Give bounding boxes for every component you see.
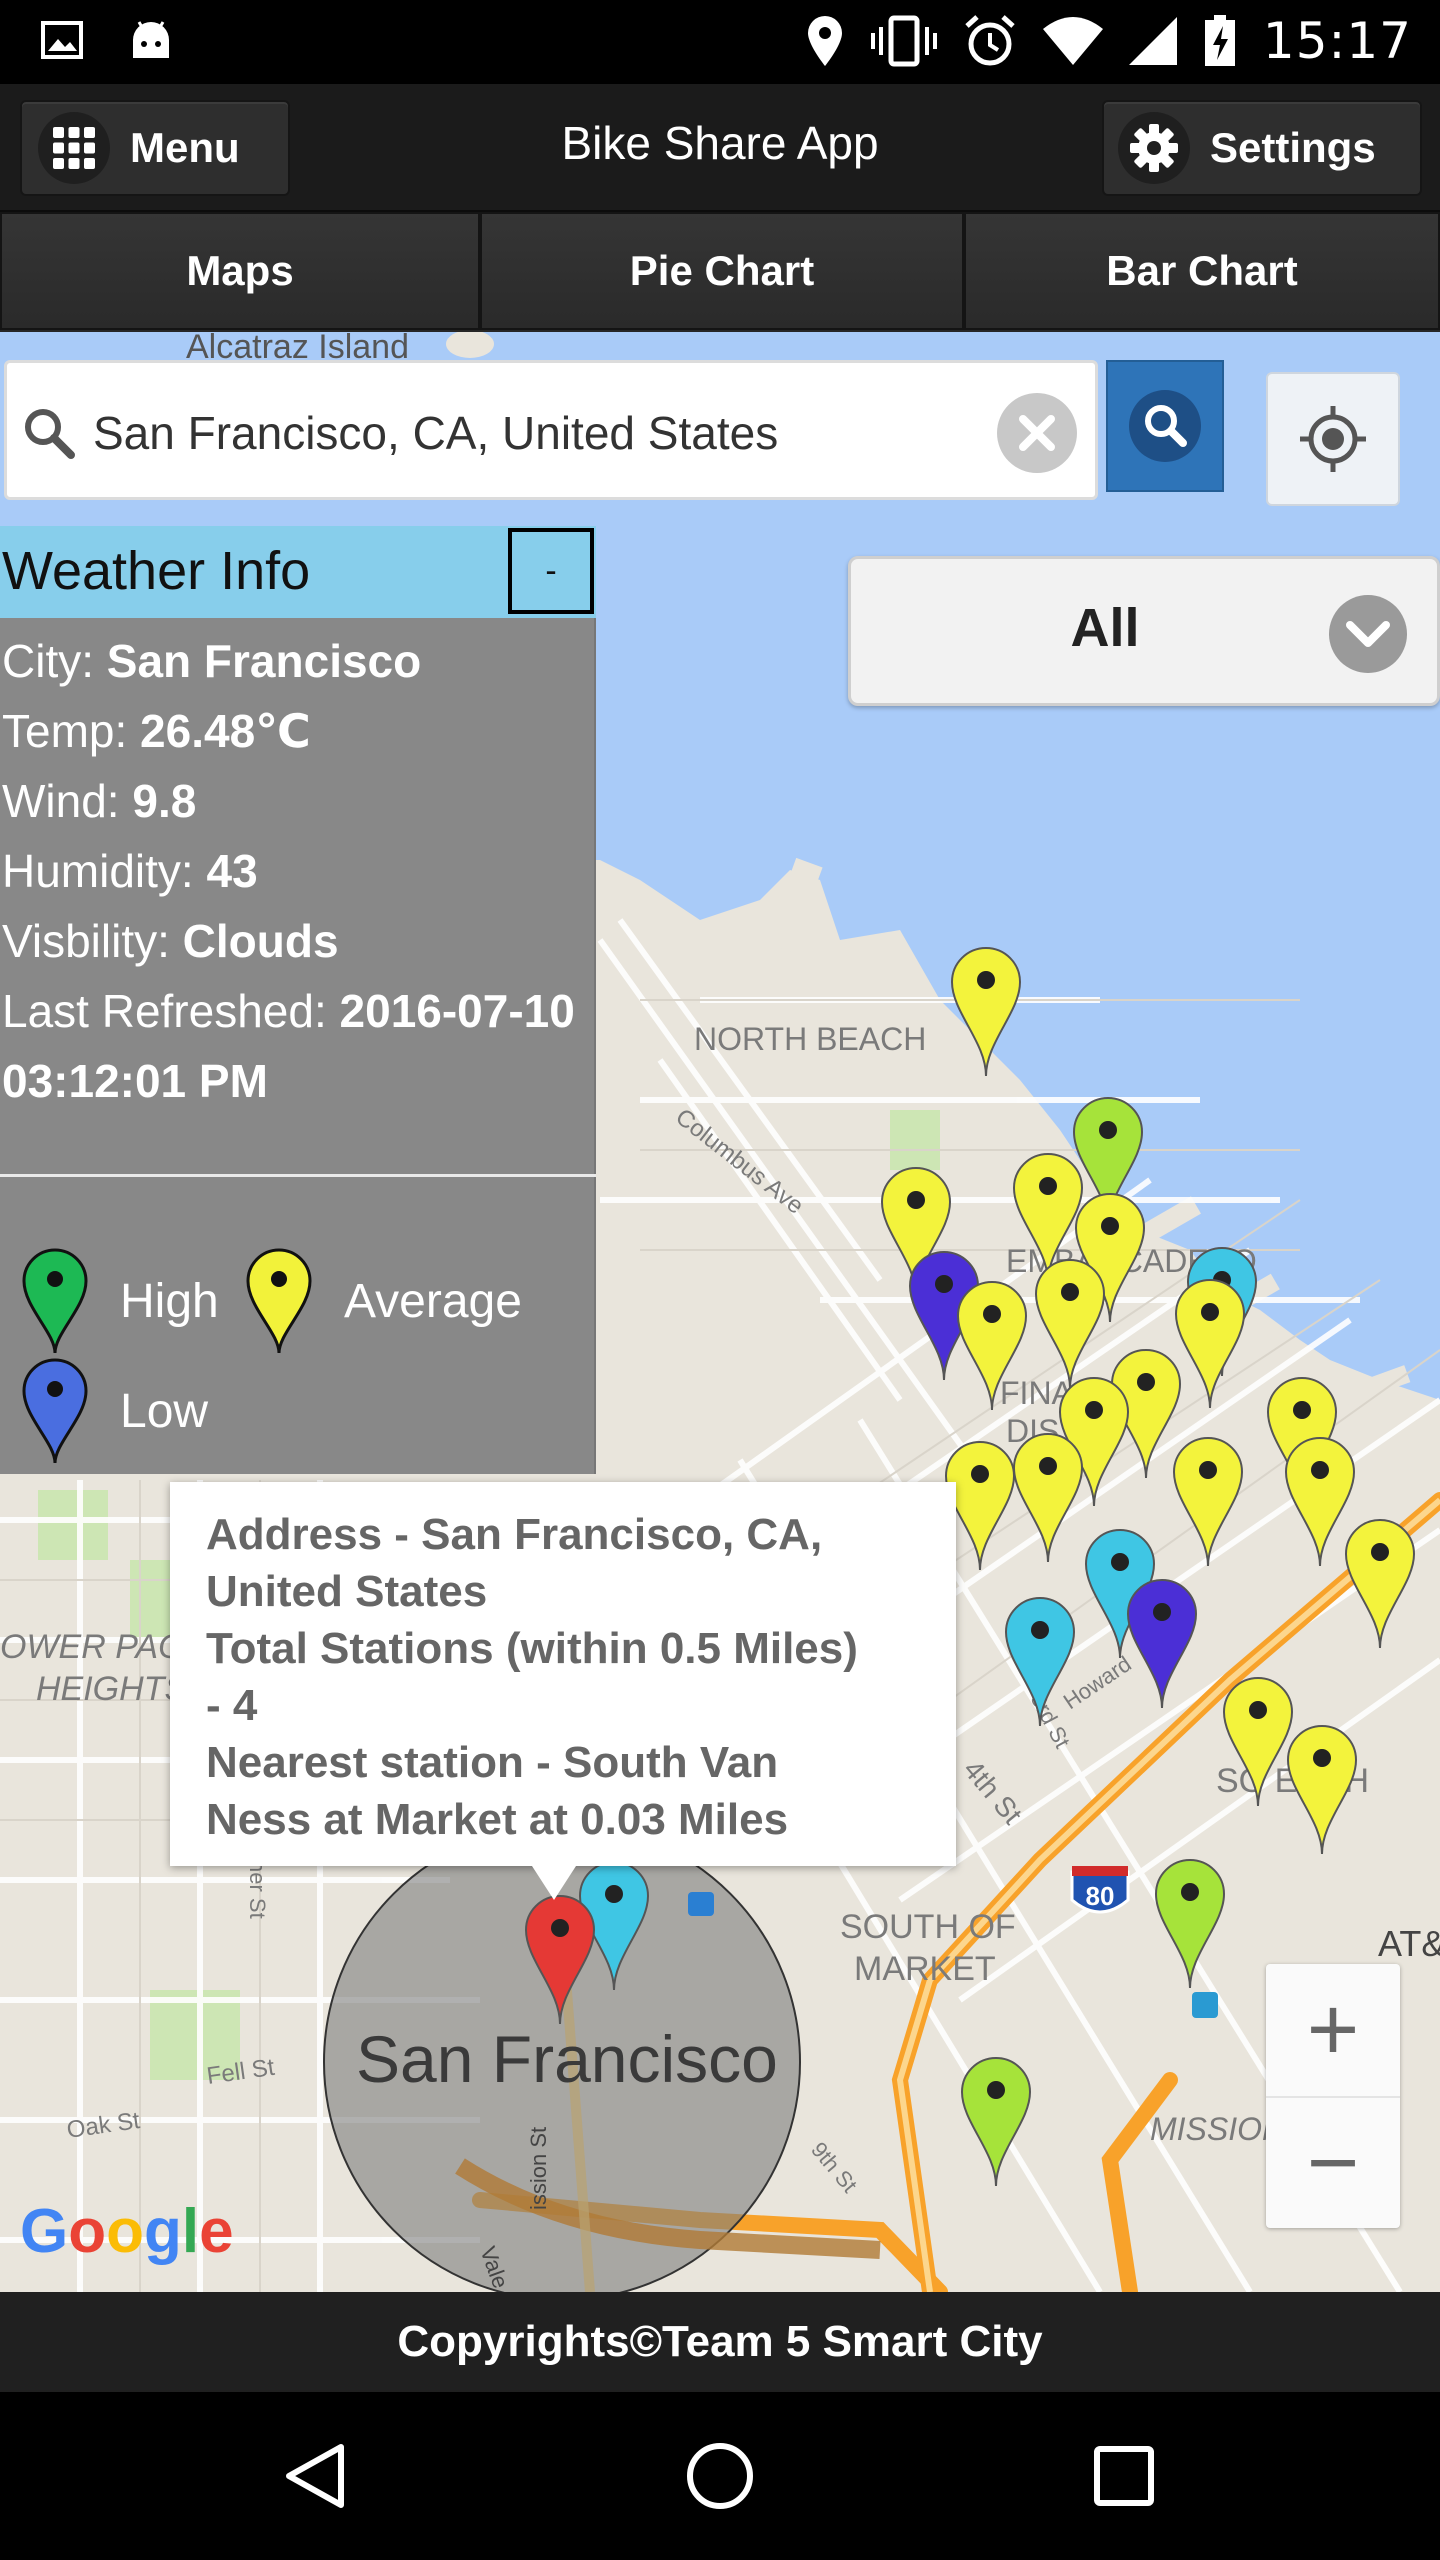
blue-marker-icon [22, 1358, 88, 1464]
info-line: United States [206, 1567, 488, 1616]
zoom-in-button[interactable]: + [1266, 1964, 1400, 2096]
collapse-button[interactable]: - [508, 528, 594, 614]
green-marker-icon [22, 1248, 88, 1354]
search-input[interactable] [93, 391, 973, 475]
label-north-beach: NORTH BEACH [694, 1021, 926, 1057]
menu-label: Menu [130, 124, 240, 171]
label-market: MARKET [854, 1950, 996, 1988]
search-icon [1129, 390, 1201, 462]
clear-search-button[interactable] [997, 393, 1077, 473]
filter-selected-value: All [1070, 598, 1140, 658]
crosshair-icon [1300, 406, 1366, 472]
label-att: AT& [1378, 1923, 1440, 1964]
transit-icon [688, 1892, 714, 1916]
settings-button[interactable]: Settings [1102, 100, 1422, 196]
android-icon [133, 21, 169, 58]
label-mission-st: ission St [526, 2127, 551, 2210]
back-icon [286, 2444, 344, 2508]
legend-low: Low [20, 1356, 208, 1466]
weather-temp: Temp: 26.48℃ [2, 705, 311, 757]
vibrate-icon [870, 15, 937, 67]
gear-icon [1118, 112, 1190, 184]
tab-bar: Maps Pie Chart Bar Chart [0, 212, 1440, 332]
search-box [4, 360, 1098, 500]
label-ner-st: ner St [245, 1860, 270, 1919]
grid-icon [38, 112, 110, 184]
signal-icon [1128, 17, 1177, 65]
interstate-80-shield: 80 [1070, 1866, 1130, 1914]
settings-label: Settings [1210, 124, 1376, 171]
location-icon [807, 16, 842, 66]
my-location-button[interactable] [1266, 372, 1400, 506]
battery-charging-icon [1204, 15, 1235, 66]
chevron-down-icon [1329, 595, 1407, 673]
info-line: Nearest station - South Van [206, 1738, 779, 1787]
weather-last-refreshed: Last Refreshed: 2016-07-10 03:12:01 PM [2, 985, 575, 1107]
legend-high: High [20, 1246, 219, 1356]
app-header: Menu Bike Share App Settings [0, 84, 1440, 212]
legend-average: Average [244, 1246, 522, 1356]
info-line: Ness at Market at 0.03 Miles [206, 1795, 789, 1844]
weather-visibility: Visbility: Clouds [2, 915, 339, 967]
wifi-icon [1042, 17, 1103, 65]
divider [0, 1174, 596, 1177]
tab-maps[interactable]: Maps [0, 212, 480, 330]
station-filter-select[interactable]: All [848, 556, 1440, 706]
recents-icon [1094, 2446, 1154, 2506]
search-icon [25, 409, 75, 459]
back-button[interactable] [266, 2426, 366, 2526]
weather-header: Weather Info - [0, 526, 596, 618]
yellow-marker-icon [246, 1248, 312, 1354]
tab-bar-chart[interactable]: Bar Chart [964, 212, 1440, 330]
transit-icon [1192, 1992, 1218, 2018]
search-button[interactable] [1106, 360, 1224, 492]
label-heights: HEIGHTS [36, 1670, 187, 1708]
zoom-controls: + − [1266, 1964, 1400, 2228]
info-line: Address - San Francisco, CA, [206, 1510, 823, 1559]
svg-text:80: 80 [1086, 1881, 1115, 1911]
clock: 15:17 [1262, 12, 1412, 70]
recents-button[interactable] [1074, 2426, 1174, 2526]
weather-humidity: Humidity: 43 [2, 845, 258, 897]
menu-button[interactable]: Menu [20, 100, 290, 196]
footer: Copyrights©Team 5 Smart City [0, 2292, 1440, 2392]
weather-wind: Wind: 9.8 [2, 775, 197, 827]
weather-panel: Weather Info - City: San Francisco Temp:… [0, 526, 596, 1474]
weather-title: Weather Info [2, 541, 311, 601]
weather-details: City: San Francisco Temp: 26.48℃ Wind: 9… [2, 626, 594, 1116]
label-lower-pac: OWER PAC [0, 1628, 183, 1666]
info-line: Total Stations (within 0.5 Miles) [206, 1624, 858, 1673]
info-window: Address - San Francisco, CA, United Stat… [170, 1482, 956, 1900]
home-button[interactable] [670, 2426, 770, 2526]
zoom-out-button[interactable]: − [1266, 2096, 1400, 2228]
label-city: San Francisco [356, 2022, 778, 2096]
alarm-icon [965, 15, 1015, 66]
tab-pie-chart[interactable]: Pie Chart [480, 212, 964, 330]
image-icon [41, 21, 83, 59]
home-icon [687, 2443, 753, 2509]
status-bar: 15:17 [0, 0, 1440, 84]
label-south-of: SOUTH OF [840, 1908, 1016, 1946]
info-line: - 4 [206, 1681, 258, 1730]
close-icon [1019, 415, 1055, 451]
system-nav-bar [0, 2392, 1440, 2560]
google-logo: Google [20, 2197, 234, 2266]
weather-city: City: San Francisco [2, 635, 422, 687]
